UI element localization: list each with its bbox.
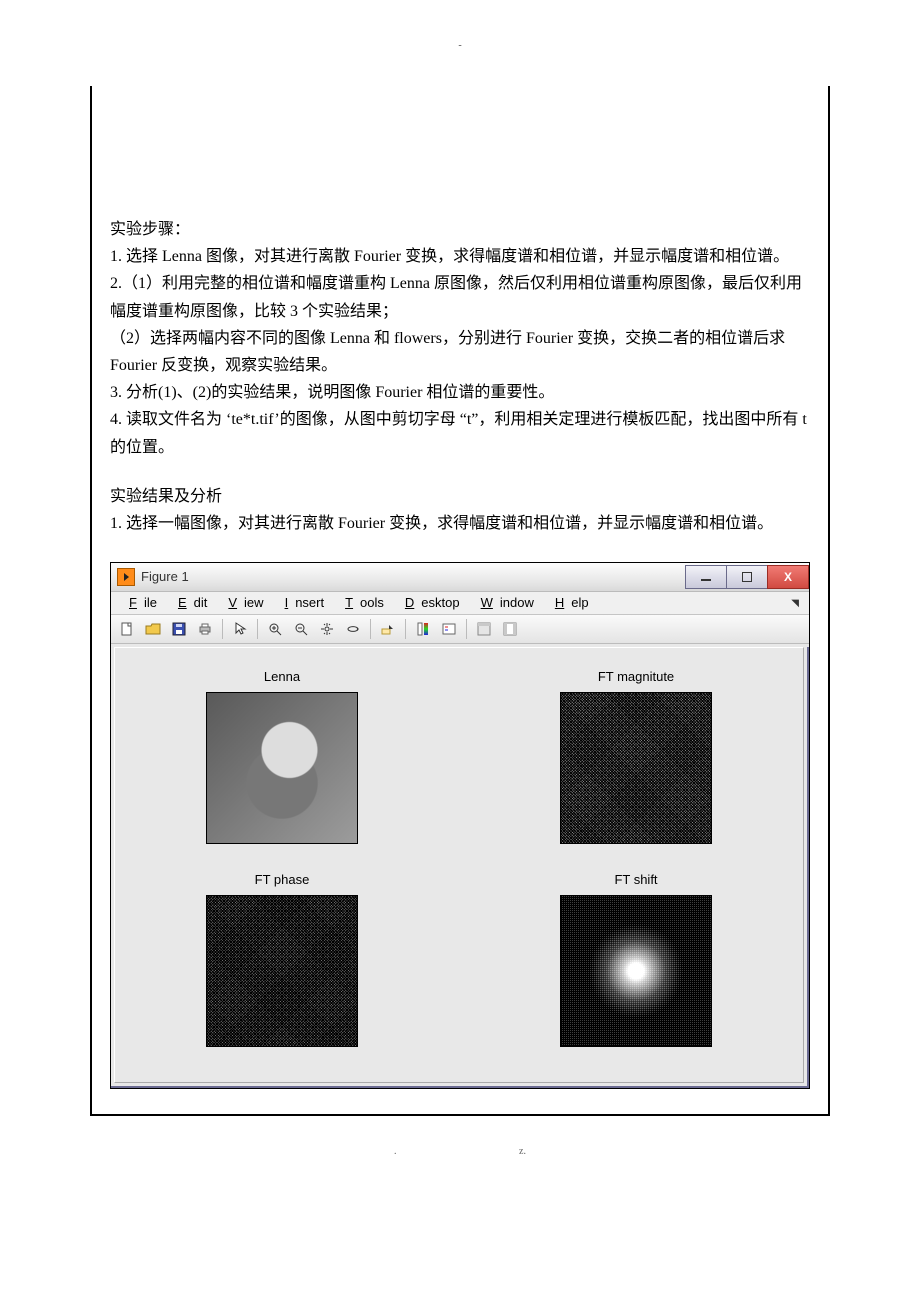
subplot-title: FT magnitute (560, 666, 712, 688)
edit-pointer-icon[interactable] (228, 617, 252, 641)
dock-toggle-icon[interactable]: ◥ (784, 595, 805, 612)
document-table-cell: 实验步骤： 1. 选择 Lenna 图像，对其进行离散 Fourier 变换，求… (90, 86, 830, 1116)
axes-canvas: Lenna FT magnitute FT phase FT shift (114, 647, 804, 1083)
new-figure-icon[interactable] (115, 617, 139, 641)
minimize-button[interactable] (685, 565, 727, 589)
matlab-figure-window: Figure 1 X File Edit View Insert Tools D… (110, 562, 810, 1089)
subplot-ft-phase: FT phase (206, 869, 358, 1047)
page-header-mark: - (60, 40, 860, 51)
step-2-2: （2）选择两幅内容不同的图像 Lenna 和 flowers，分别进行 Four… (110, 325, 810, 379)
footer-left: . (394, 1146, 397, 1157)
zoom-in-icon[interactable] (263, 617, 287, 641)
footer-right: z. (519, 1146, 526, 1157)
menu-desktop[interactable]: Desktop (391, 592, 467, 614)
data-cursor-icon[interactable] (376, 617, 400, 641)
insert-legend-icon[interactable] (437, 617, 461, 641)
insert-colorbar-icon[interactable] (411, 617, 435, 641)
menu-help[interactable]: Help (541, 592, 596, 614)
subplot-title: Lenna (206, 666, 358, 688)
open-file-icon[interactable] (141, 617, 165, 641)
step-2-1: 2.（1）利用完整的相位谱和幅度谱重构 Lenna 原图像，然后仅利用相位谱重构… (110, 270, 810, 324)
subplot-lenna: Lenna (206, 666, 358, 844)
step-3: 3. 分析(1)、(2)的实验结果，说明图像 Fourier 相位谱的重要性。 (110, 379, 810, 406)
image-ft-phase (206, 895, 358, 1047)
image-ft-shift (560, 895, 712, 1047)
rotate3d-icon[interactable] (341, 617, 365, 641)
steps-title: 实验步骤： (110, 216, 810, 243)
results-title: 实验结果及分析 (110, 483, 810, 510)
close-button[interactable]: X (767, 565, 809, 589)
result-1: 1. 选择一幅图像，对其进行离散 Fourier 变换，求得幅度谱和相位谱，并显… (110, 510, 810, 537)
image-lenna (206, 692, 358, 844)
subplot-title: FT phase (206, 869, 358, 891)
print-icon[interactable] (193, 617, 217, 641)
menu-file[interactable]: File (115, 592, 164, 614)
window-title: Figure 1 (141, 566, 686, 588)
window-titlebar[interactable]: Figure 1 X (111, 563, 809, 592)
subplot-ft-magnitude: FT magnitute (560, 666, 712, 844)
menu-insert[interactable]: Insert (271, 592, 332, 614)
pan-icon[interactable] (315, 617, 339, 641)
toolbar (111, 615, 809, 644)
menu-edit[interactable]: Edit (164, 592, 214, 614)
save-icon[interactable] (167, 617, 191, 641)
zoom-out-icon[interactable] (289, 617, 313, 641)
maximize-button[interactable] (726, 565, 768, 589)
menu-window[interactable]: Window (467, 592, 541, 614)
step-1: 1. 选择 Lenna 图像，对其进行离散 Fourier 变换，求得幅度谱和相… (110, 243, 810, 270)
step-4: 4. 读取文件名为 ‘te*t.tif’的图像，从图中剪切字母 “t”，利用相关… (110, 406, 810, 460)
page-footer-marks: . z. (60, 1146, 860, 1157)
image-ft-magnitude (560, 692, 712, 844)
hide-plot-tools-icon[interactable] (472, 617, 496, 641)
matlab-figure-icon (117, 568, 135, 586)
subplot-ft-shift: FT shift (560, 869, 712, 1047)
menubar: File Edit View Insert Tools Desktop Wind… (111, 592, 809, 615)
subplot-title: FT shift (560, 869, 712, 891)
menu-tools[interactable]: Tools (331, 592, 391, 614)
menu-view[interactable]: View (214, 592, 270, 614)
show-plot-tools-icon[interactable] (498, 617, 522, 641)
